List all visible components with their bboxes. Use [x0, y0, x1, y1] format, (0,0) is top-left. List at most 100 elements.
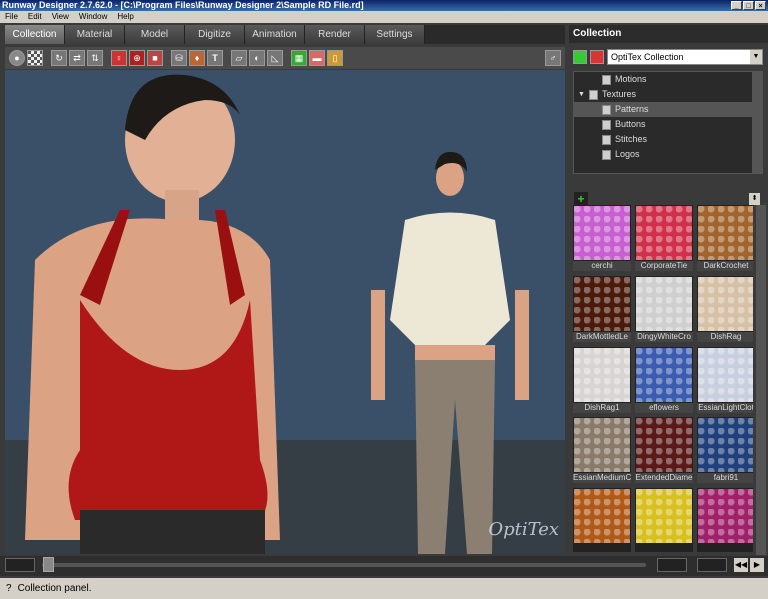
tab-material[interactable]: Material: [65, 25, 125, 44]
texture-item[interactable]: fabri91: [697, 417, 753, 484]
texture-item[interactable]: eflowers: [635, 346, 693, 413]
tab-model[interactable]: Model: [125, 25, 185, 44]
move-icon[interactable]: ⇄: [69, 50, 85, 66]
texture-item[interactable]: DarkCrochet: [697, 205, 753, 271]
bucket-icon[interactable]: ⛁: [171, 50, 187, 66]
texture-grid: cerchi CorporateTie DarkCrochet DarkMottled…: [573, 205, 753, 555]
maximize-icon[interactable]: □: [743, 1, 754, 10]
expand-icon[interactable]: ▼: [578, 87, 585, 102]
texture-swatch: [698, 206, 753, 260]
texture-item[interactable]: [573, 488, 631, 553]
texture-item[interactable]: DishRag: [697, 275, 753, 342]
tree-item-logos[interactable]: Logos: [574, 147, 762, 162]
tree-item-motions[interactable]: Motions: [574, 72, 762, 87]
toolbar: ● ↻ ⇄ ⇅ ♀ ⊕ ■ ⛁ ♦ T ▱ ◐ ◺ ▦ ▬ ▯ ♂: [5, 47, 565, 69]
title-bar: Runway Designer 2.7.62.0 - [C:\Program F…: [0, 0, 768, 11]
minimize-icon[interactable]: _: [731, 1, 742, 10]
checker-icon[interactable]: [27, 50, 43, 66]
status-bar: ? Collection panel.: [0, 578, 768, 599]
window-title: Runway Designer 2.7.62.0 - [C:\Program F…: [2, 0, 364, 10]
timeline-slider[interactable]: [42, 563, 646, 567]
menu-file[interactable]: File: [0, 11, 23, 23]
close-icon[interactable]: ×: [755, 1, 766, 10]
3d-viewport[interactable]: OptiTex: [5, 70, 565, 554]
document-icon: [602, 134, 611, 145]
texture-item[interactable]: [635, 488, 693, 553]
texture-item[interactable]: DishRag1: [573, 346, 631, 413]
collection-dropdown-value: OptiTex Collection: [611, 52, 684, 62]
texture-swatch: [636, 206, 692, 260]
rotate-icon[interactable]: ↻: [51, 50, 67, 66]
tab-settings[interactable]: Settings: [365, 25, 425, 44]
person-icon[interactable]: ♂: [545, 50, 561, 66]
texture-swatch: [698, 347, 753, 402]
status-text: Collection panel.: [17, 583, 92, 594]
add-collection-button[interactable]: [573, 50, 587, 64]
texture-label: DishRag: [697, 331, 753, 342]
grid2-icon[interactable]: ▬: [309, 50, 325, 66]
grid-scrollbar[interactable]: [756, 205, 766, 555]
menu-edit[interactable]: Edit: [23, 11, 47, 23]
triangle-icon[interactable]: ◺: [267, 50, 283, 66]
texture-swatch: [636, 347, 692, 402]
start-frame-field[interactable]: [657, 558, 687, 572]
document-icon: [602, 104, 611, 115]
page-icon[interactable]: ▯: [327, 50, 343, 66]
texture-swatch: [636, 489, 692, 544]
menu-view[interactable]: View: [47, 11, 74, 23]
texture-item[interactable]: CorporateTie: [635, 205, 693, 271]
texture-item[interactable]: EssianLightClot: [697, 346, 753, 413]
end-frame-field[interactable]: [697, 558, 727, 572]
texture-label: EssianMediumC: [573, 473, 631, 484]
menu-window[interactable]: Window: [74, 11, 112, 23]
tree-item-buttons[interactable]: Buttons: [574, 117, 762, 132]
tab-animation[interactable]: Animation: [245, 25, 305, 44]
rewind-icon[interactable]: ◀◀: [734, 558, 748, 572]
document-icon: [602, 149, 611, 160]
texture-item[interactable]: ExtendedDiame: [635, 417, 693, 484]
help-icon[interactable]: ?: [6, 578, 12, 599]
texture-item[interactable]: [697, 488, 753, 553]
remove-collection-button[interactable]: [590, 50, 604, 64]
texture-item[interactable]: DarkMottledLe: [573, 275, 631, 342]
tab-collection[interactable]: Collection: [5, 25, 65, 44]
texture-swatch: [636, 276, 692, 331]
fill-icon[interactable]: ♦: [189, 50, 205, 66]
texture-label: CorporateTie: [635, 261, 693, 271]
texture-swatch: [574, 489, 630, 544]
tab-render[interactable]: Render: [305, 25, 365, 44]
texture-swatch: [698, 489, 753, 544]
timeline-thumb[interactable]: [43, 557, 54, 572]
texture-item[interactable]: cerchi: [573, 205, 631, 271]
sort-icon[interactable]: ⬍: [749, 193, 760, 205]
iron-icon[interactable]: ◐: [249, 50, 265, 66]
tab-digitize[interactable]: Digitize: [185, 25, 245, 44]
main-tabs: Collection Material Model Digitize Anima…: [5, 25, 565, 44]
menu-help[interactable]: Help: [112, 11, 138, 23]
menu-bar: File Edit View Window Help: [0, 11, 768, 23]
front-model: [25, 74, 280, 554]
target-icon[interactable]: ⊕: [129, 50, 145, 66]
text-icon[interactable]: T: [207, 50, 223, 66]
panel-title: Collection: [569, 25, 768, 43]
optitex-logo: OptiTex: [488, 519, 559, 540]
model-icon[interactable]: ♀: [111, 50, 127, 66]
texture-item[interactable]: DingyWhiteCro: [635, 275, 693, 342]
tree-item-textures[interactable]: ▼ Textures: [574, 87, 762, 102]
camera-icon[interactable]: ■: [147, 50, 163, 66]
sphere-icon[interactable]: ●: [9, 50, 25, 66]
chevron-down-icon[interactable]: ▼: [750, 50, 762, 64]
tree-item-stitches[interactable]: Stitches: [574, 132, 762, 147]
texture-label: fabri91: [697, 473, 753, 484]
collection-dropdown[interactable]: OptiTex Collection ▼: [607, 49, 763, 65]
tree-item-patterns[interactable]: Patterns: [574, 102, 762, 117]
texture-item[interactable]: EssianMediumC: [573, 417, 631, 484]
grid-icon[interactable]: ▦: [291, 50, 307, 66]
add-item-button[interactable]: +: [574, 192, 588, 206]
play-icon[interactable]: ▶: [750, 558, 764, 572]
move-vertical-icon[interactable]: ⇅: [87, 50, 103, 66]
texture-label: EssianLightClot: [697, 402, 753, 413]
frame-field[interactable]: [5, 558, 35, 572]
fabric-icon[interactable]: ▱: [231, 50, 247, 66]
tree-scrollbar[interactable]: [752, 72, 762, 173]
